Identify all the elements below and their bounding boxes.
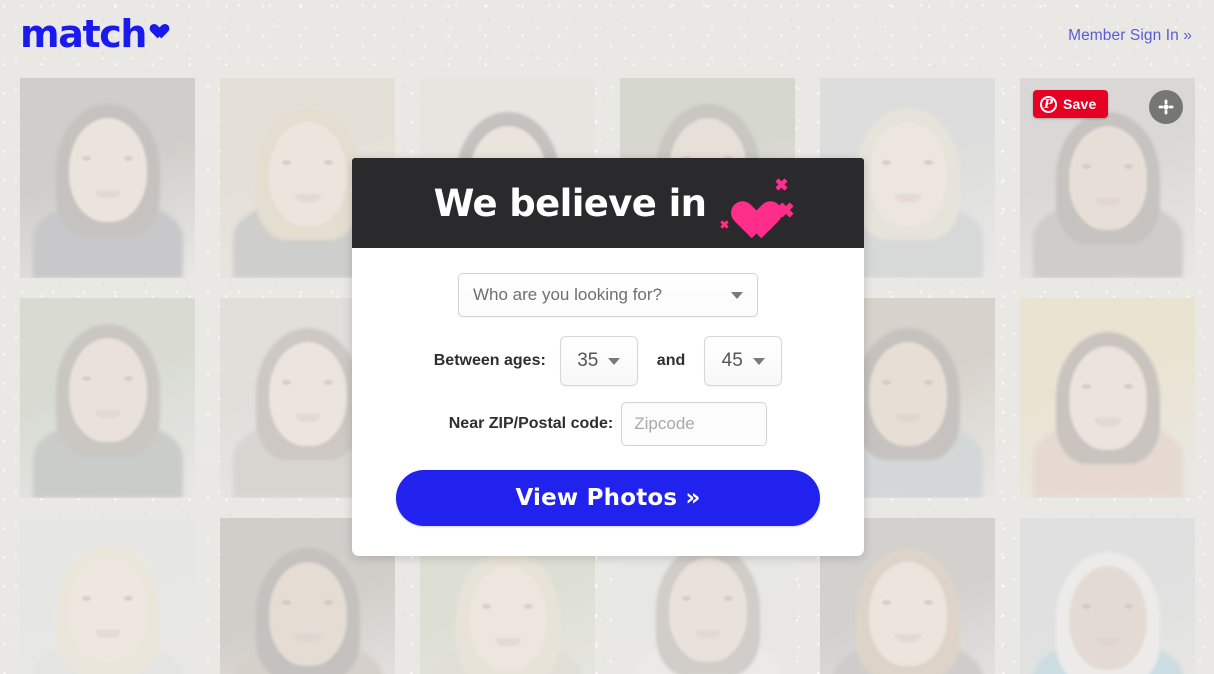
pinterest-icon: P [1040, 95, 1057, 113]
zip-row: Near ZIP/Postal code: [352, 402, 864, 446]
sparkle-icon [778, 202, 794, 218]
ages-row: Between ages: 35 and 45 [352, 336, 864, 386]
ages-label: Between ages: [433, 352, 546, 369]
chevron-down-icon [752, 357, 765, 365]
photo-fade-overlay [20, 298, 195, 498]
view-photos-button[interactable]: View Photos » [396, 470, 820, 526]
pinterest-save-label: Save [1063, 96, 1097, 112]
heart-icon [147, 18, 164, 34]
photo-fade-overlay [1020, 298, 1195, 498]
sparkle-icon [720, 220, 729, 229]
chevron-down-icon [731, 292, 743, 299]
brand-name: match [20, 12, 147, 56]
banner-headline: We believe in [433, 181, 707, 225]
heart-icon [724, 186, 768, 226]
age-min-select[interactable]: 35 [559, 336, 638, 386]
seeking-select-value: Who are you looking for? [473, 285, 662, 304]
expand-crosshair-icon[interactable] [1149, 90, 1183, 124]
site-header: match Member Sign In » [0, 0, 1214, 74]
age-max-value: 45 [721, 350, 743, 371]
sparkle-icon [775, 178, 788, 191]
modal-body: Who are you looking for? Between ages: 3… [352, 248, 864, 556]
photo-tile [20, 78, 195, 278]
seeking-row: Who are you looking for? [352, 273, 864, 317]
member-sign-in-link[interactable]: Member Sign In » [1068, 27, 1192, 45]
signup-modal: We believe in Who are you looking for? B… [352, 158, 864, 556]
age-max-select[interactable]: 45 [704, 336, 783, 386]
photo-tile [20, 518, 195, 674]
chevron-down-icon [608, 357, 621, 365]
photo-tile [1020, 518, 1195, 674]
zip-input[interactable] [621, 402, 768, 446]
zip-label: Near ZIP/Postal code: [448, 415, 614, 432]
brand-logo[interactable]: match [20, 12, 164, 56]
photo-fade-overlay [20, 78, 195, 278]
photo-tile [1020, 298, 1195, 498]
ages-conjunction: and [656, 352, 686, 369]
photo-fade-overlay [20, 518, 195, 674]
age-min-value: 35 [577, 350, 599, 371]
photo-fade-overlay [1020, 518, 1195, 674]
modal-banner: We believe in [352, 158, 864, 248]
pinterest-save-button[interactable]: P Save [1033, 90, 1108, 118]
seeking-select[interactable]: Who are you looking for? [458, 273, 758, 317]
banner-heart-group [720, 172, 792, 234]
photo-tile: P Save [1020, 78, 1195, 278]
photo-tile [20, 298, 195, 498]
